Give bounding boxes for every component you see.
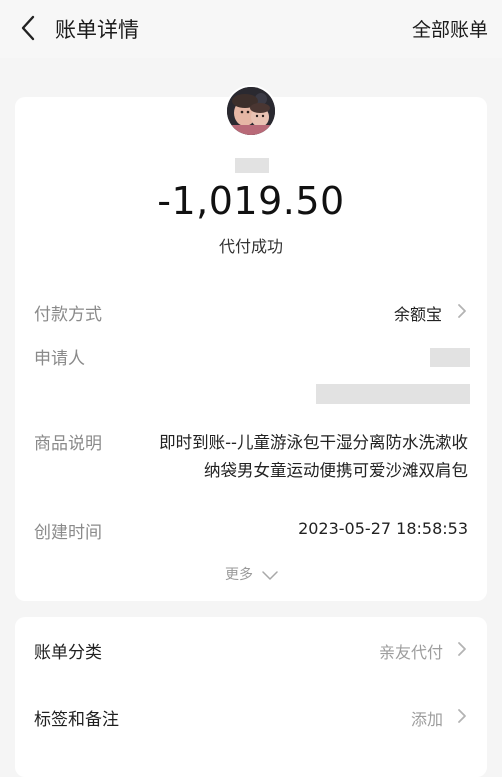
- payment-method-value: 余额宝: [393, 305, 442, 324]
- page-title: 账单详情: [55, 18, 139, 42]
- top-bar: 账单详情 全部账单: [0, 0, 502, 58]
- bill-category-label: 账单分类: [34, 643, 102, 663]
- back-button[interactable]: [14, 12, 42, 44]
- tags-notes-label: 标签和备注: [34, 710, 119, 730]
- bill-amount: -1,019.50: [157, 179, 345, 223]
- chevron-right-icon: [455, 707, 469, 725]
- item-description-label: 商品说明: [34, 434, 102, 454]
- chevron-down-icon: [262, 566, 278, 585]
- created-time-label: 创建时间: [34, 523, 102, 543]
- all-bills-link[interactable]: 全部账单: [412, 15, 488, 42]
- item-description-line-2: 纳袋男女童运动便携可爱沙滩双肩包: [204, 461, 468, 480]
- tags-notes-value: 添加: [410, 710, 443, 729]
- bill-status: 代付成功: [218, 237, 283, 256]
- chevron-left-icon: [21, 15, 35, 41]
- redacted-applicant-account: [316, 384, 470, 404]
- item-description-line-1: 即时到账--儿童游泳包干湿分离防水洗漱收: [159, 433, 468, 452]
- redacted-applicant: [430, 348, 470, 367]
- chevron-right-icon: [455, 302, 469, 320]
- payment-method-label: 付款方式: [34, 305, 102, 325]
- more-label: 更多: [225, 567, 253, 583]
- avatar[interactable]: [227, 87, 275, 135]
- bill-category-value: 亲友代付: [378, 643, 443, 662]
- chevron-right-icon: [455, 640, 469, 658]
- bill-summary-card: -1,019.50 代付成功 付款方式 余额宝 申请人 商品说明 即时到账--儿…: [15, 87, 487, 601]
- bill-settings-card: 账单分类 亲友代付 标签和备注 添加: [15, 617, 487, 777]
- applicant-label: 申请人: [34, 349, 85, 369]
- created-time-value: 2023-05-27 18:58:53: [298, 519, 468, 538]
- redacted-name: [235, 158, 269, 173]
